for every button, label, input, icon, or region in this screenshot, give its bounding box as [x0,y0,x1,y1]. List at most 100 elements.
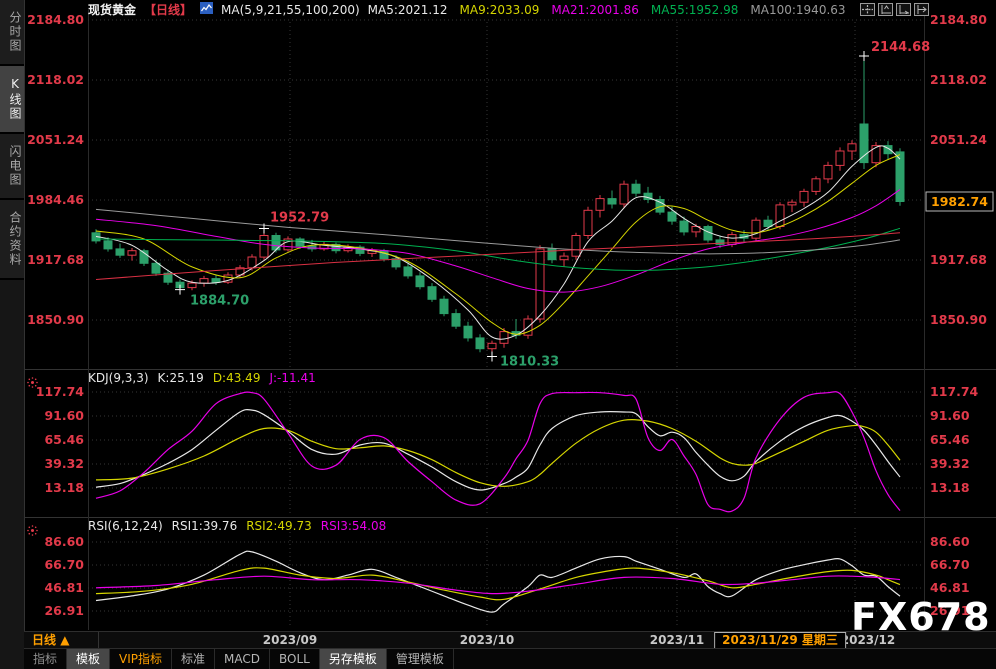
bottom-tab-bar: 指标模板VIP指标标准MACDBOLL另存模板管理模板 [24,648,996,669]
candle-body [668,212,676,221]
rsi3-value: RSI3:54.08 [321,519,387,533]
sidebar-item-3[interactable]: 合约资料 [0,200,24,280]
candle-body [608,199,616,204]
tab-6[interactable]: 另存模板 [320,649,387,669]
pan-right-icon[interactable] [914,3,929,16]
price-axis-label-right: 2184.80 [930,12,987,27]
candle-body [824,165,832,179]
sidebar-item-2[interactable]: 闪电图 [0,134,24,200]
price-axis-label-left: 1984.46 [27,192,84,207]
kdj-axis-label-left: 117.74 [36,384,85,399]
tab-7[interactable]: 管理模板 [387,649,454,669]
price-axis-label-left: 2118.02 [27,72,84,87]
candle-body [296,239,304,246]
candle-body [632,184,640,193]
kdj-axis-label-left: 91.60 [44,408,84,423]
kdj-axis-label-left: 39.32 [44,456,84,471]
rsi-line-rsi1 [96,551,900,612]
candle-body [620,184,628,204]
kdj-axis-label-right: 13.18 [930,480,970,495]
kdj-axis-label-right: 117.74 [930,384,979,399]
sidebar-item-1[interactable]: K线图 [0,66,24,134]
candle-body [764,220,772,226]
date-label-1: 2023/10 [460,632,514,649]
price-axis-label-right: 2051.24 [930,132,987,147]
extreme-cross-marker [859,51,869,61]
candle-body [536,249,544,319]
tab-5[interactable]: BOLL [270,649,320,669]
candle-body [212,279,220,283]
main-chart-canvas[interactable]: 2184.80 2184.80 2118.02 2118.02 2051.24 2051.… [0,0,996,669]
tab-0[interactable]: 指标 [24,649,67,669]
price-axis-label-left: 1850.90 [27,312,84,327]
candle-body [584,210,592,235]
price-axis-label-left: 2051.24 [27,132,84,147]
kdj-j-value: J:-11.41 [269,371,315,385]
kdj-axis-label-right: 65.46 [930,432,970,447]
scale-axis-right-icon[interactable] [896,3,911,16]
candle-body [752,220,760,238]
tab-4[interactable]: MACD [215,649,270,669]
sidebar-item-0[interactable]: 分时图 [0,0,24,66]
line-chart-icon [200,2,213,17]
kdj-axis-label-left: 65.46 [44,432,84,447]
chart-title-bar: 现货黄金【日线】 MA(5,9,21,55,100,200) MA5:2021.… [88,2,848,17]
rsi-axis-label-left: 66.70 [44,557,84,572]
candle-body [152,263,160,273]
candle-body [800,191,808,202]
selected-date-box: 2023/11/29 星期三 [714,632,846,649]
candle-body [572,236,580,257]
rsi-axis-label-left: 26.91 [44,603,84,618]
kdj-settings-icon[interactable] [27,373,38,392]
rsi-line-rsi3 [96,576,900,594]
candle-body [848,144,856,151]
candle-body [812,179,820,192]
price-annotation: 2144.68 [871,40,930,55]
kdj-axis-label-right: 39.32 [930,456,970,471]
rsi-axis-label-left: 46.81 [44,580,84,595]
tab-2[interactable]: VIP指标 [110,649,172,669]
scale-axis-up-icon[interactable] [878,3,893,16]
price-annotation: 1884.70 [190,294,249,309]
ma-legend-item-ma9: MA9:2033.09 [460,3,540,17]
candle-body [128,251,136,256]
candle-body [488,343,496,348]
candle-body [596,199,604,211]
price-axis-label-left: 2184.80 [27,12,84,27]
kdj-header: KDJ(9,3,3)K:25.19D:43.49J:-11.41 [88,371,325,385]
ma-legend: MA5:2021.12MA9:2033.09MA21:2001.86MA55:1… [368,3,848,17]
rsi2-value: RSI2:49.73 [246,519,312,533]
kdj-k-value: K:25.19 [158,371,204,385]
candle-body [116,249,124,255]
rsi-axis-label-left: 86.60 [44,534,84,549]
rsi-axis-label-right: 46.81 [930,580,970,595]
candle-body [464,326,472,338]
tab-3[interactable]: 标准 [172,649,215,669]
candle-body [776,205,784,227]
price-axis-label-right: 2118.02 [930,72,987,87]
extreme-cross-marker [487,351,497,361]
chart-toolbar-icons [860,3,929,16]
watermark-logo: FX678 [851,595,991,639]
tab-1[interactable]: 模板 [67,649,110,669]
kdj-axis-label-left: 13.18 [44,480,84,495]
ma-params-label: MA(5,9,21,55,100,200) [221,3,360,17]
ma-legend-item-ma55: MA55:1952.98 [651,3,739,17]
period-arrow-icon: ▲ [60,633,69,647]
candle-body [860,124,868,163]
rsi-header: RSI(6,12,24)RSI1:39.76RSI2:49.73RSI3:54.… [88,519,395,533]
price-axis-label-left: 1917.68 [27,252,84,267]
candle-body [440,299,448,313]
candle-body [260,236,268,258]
crosshair-icon[interactable] [860,3,875,16]
candle-body [416,276,424,287]
rsi-settings-icon[interactable] [27,521,38,540]
price-axis-label-right: 1917.68 [930,252,987,267]
period-selector[interactable]: 日线 ▲ [24,632,99,649]
ma-legend-item-ma5: MA5:2021.12 [368,3,448,17]
candle-body [104,241,112,249]
candle-body [680,221,688,232]
date-label-0: 2023/09 [263,632,317,649]
ma-legend-item-ma100: MA100:1940.63 [750,3,845,17]
rsi-axis-label-right: 86.60 [930,534,970,549]
